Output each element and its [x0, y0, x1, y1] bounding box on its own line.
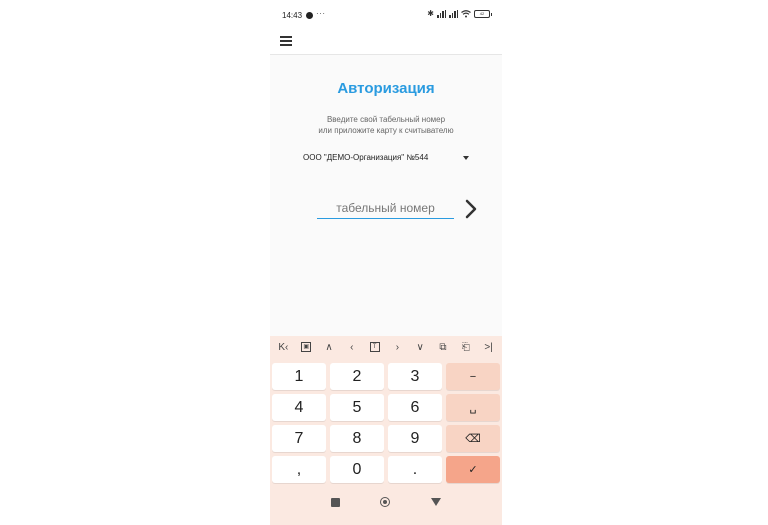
system-nav-bar	[270, 488, 502, 525]
key-backspace[interactable]: ⌫	[446, 425, 500, 452]
key-comma[interactable]: ,	[272, 456, 326, 483]
status-bar: 14:43 ··· ✱ 42	[270, 0, 502, 30]
status-icons: ✱ 42	[427, 9, 492, 18]
key-enter[interactable]: ✓	[446, 456, 500, 483]
key-3[interactable]: 3	[388, 363, 442, 390]
organization-select[interactable]: ООО "ДЕМО-Организация" №544	[303, 153, 469, 165]
employee-number-field	[317, 199, 454, 219]
key-space[interactable]: ␣	[446, 394, 500, 421]
key-6[interactable]: 6	[388, 394, 442, 421]
key-9[interactable]: 9	[388, 425, 442, 452]
key-5[interactable]: 5	[330, 394, 384, 421]
signal-icon	[437, 10, 446, 18]
cursor-down-icon[interactable]: ∨	[411, 342, 429, 354]
key-dot[interactable]: .	[388, 456, 442, 483]
key-8[interactable]: 8	[330, 425, 384, 452]
instruction-text: Введите свой табельный номер или приложи…	[270, 114, 502, 136]
back-icon[interactable]	[431, 498, 441, 506]
clipboard-icon[interactable]: ⎗	[457, 342, 475, 354]
home-icon[interactable]	[380, 497, 390, 507]
select-all-icon[interactable]: ▣	[297, 342, 315, 354]
cursor-left-icon[interactable]: ‹	[343, 342, 361, 354]
cursor-end-icon[interactable]: >|	[480, 342, 498, 354]
keyboard-keys: 1 2 3 − 4 5 6 ␣ 7 8 9 ⌫ , 0 . ✓	[272, 363, 500, 483]
instruction-line-2: или приложите карту к считывателю	[318, 126, 454, 135]
organization-select-value: ООО "ДЕМО-Организация" №544	[303, 153, 429, 162]
battery-icon: 42	[474, 10, 492, 18]
cursor-start-icon[interactable]: K‹	[274, 342, 292, 354]
employee-number-input[interactable]	[317, 199, 454, 217]
key-4[interactable]: 4	[272, 394, 326, 421]
copy-icon[interactable]: ⧉	[434, 342, 452, 354]
key-0[interactable]: 0	[330, 456, 384, 483]
instruction-line-1: Введите свой табельный номер	[326, 115, 446, 124]
app-bar	[270, 30, 502, 55]
keyboard-toolbar: K‹ ▣ ∧ ‹ T › ∨ ⧉ ⎗ >|	[270, 336, 502, 360]
bluetooth-icon: ✱	[427, 9, 434, 18]
key-2[interactable]: 2	[330, 363, 384, 390]
status-time: 14:43	[282, 11, 303, 20]
cursor-right-icon[interactable]: ›	[388, 342, 406, 354]
key-7[interactable]: 7	[272, 425, 326, 452]
signal-icon-2	[449, 10, 458, 18]
phone-screen: 14:43 ··· ✱ 42 Авторизация Введите свой …	[270, 0, 502, 525]
cursor-up-icon[interactable]: ∧	[320, 342, 338, 354]
more-notifications-icon: ···	[316, 9, 326, 18]
dropdown-arrow-icon	[463, 156, 469, 160]
text-select-icon[interactable]: T	[366, 342, 384, 354]
notification-dot-icon	[306, 12, 313, 19]
hamburger-menu-icon[interactable]	[280, 36, 292, 46]
recent-apps-icon[interactable]	[331, 498, 340, 507]
page-title: Авторизация	[337, 80, 435, 97]
numeric-keyboard: K‹ ▣ ∧ ‹ T › ∨ ⧉ ⎗ >| 1 2 3 − 4 5 6 ␣ 7 …	[270, 336, 502, 488]
key-minus[interactable]: −	[446, 363, 500, 390]
wifi-icon	[461, 10, 471, 18]
key-1[interactable]: 1	[272, 363, 326, 390]
chevron-right-icon[interactable]	[464, 199, 478, 219]
